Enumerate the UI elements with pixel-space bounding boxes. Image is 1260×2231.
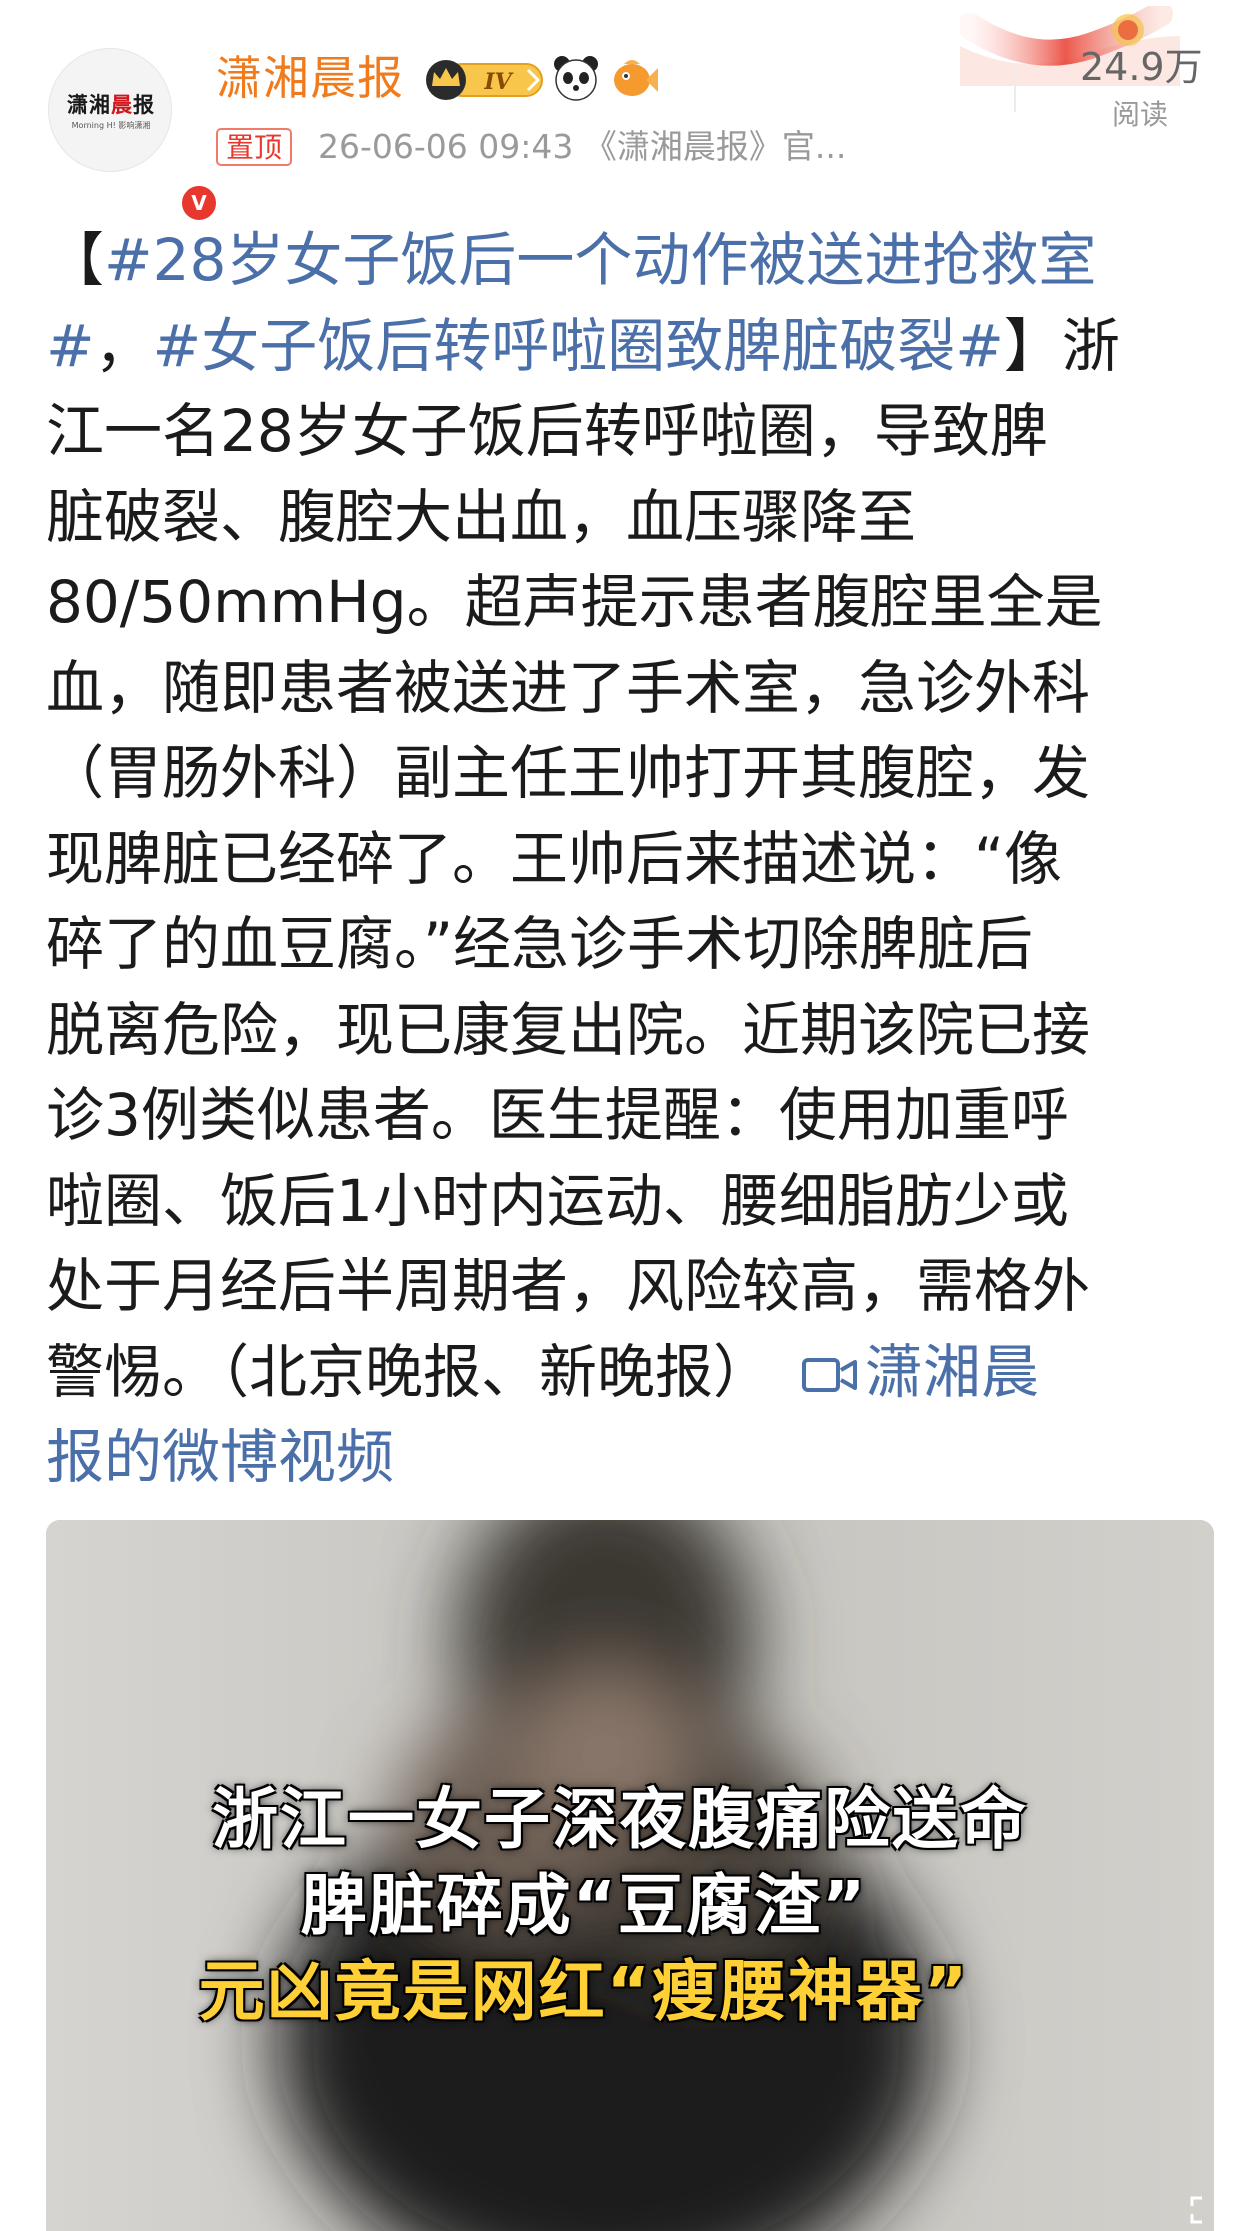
body-text: 现脾脏已经碎了。王帅后来描述说：“像 bbox=[46, 824, 1063, 893]
post-body-line: 处于月经后半周期者，风险较高，需格外 bbox=[46, 1244, 1222, 1330]
body-text: 脱离危险，现已康复出院。近期该院已接 bbox=[46, 995, 1091, 1064]
post-body-line: #，#女子饭后转呼啦圈致脾脏破裂#】浙 bbox=[46, 304, 1222, 390]
body-text: 【 bbox=[46, 226, 105, 294]
post-body-line: 血，随即患者被送进了手术室，急诊外科 bbox=[46, 646, 1222, 732]
header-divider bbox=[1014, 66, 1016, 112]
body-text: 】浙 bbox=[1003, 311, 1120, 380]
body-text: 啦圈、饭后1小时内运动、腰细脂肪少或 bbox=[46, 1166, 1069, 1235]
body-text: 碎了的血豆腐。”经急诊手术切除脾脏后 bbox=[46, 910, 1034, 978]
post-header: 潇湘晨报 Morning H! 影响潇湘 V 潇湘晨报 IV 置顶 26-06-… bbox=[0, 0, 1260, 223]
post-body-line: 碎了的血豆腐。”经急诊手术切除脾脏后 bbox=[46, 902, 1222, 988]
read-count: 24.9万 bbox=[1080, 45, 1203, 89]
hashtag-link[interactable]: # bbox=[46, 312, 95, 380]
video-caption-line-1: 浙江一女子深夜腹痛险送命 bbox=[212, 1781, 1028, 1858]
post-body-line: 诊3例类似患者。医生提醒：使用加重呼 bbox=[46, 1073, 1222, 1159]
body-text: 处于月经后半周期者，风险较高，需格外 bbox=[46, 1252, 1091, 1320]
video-caption-line-3: 元凶竟是网红“瘦腰神器” bbox=[198, 1953, 970, 2030]
video-link[interactable]: 潇湘晨 bbox=[865, 1338, 1039, 1406]
pinned-badge: 置顶 bbox=[216, 128, 293, 166]
post-body-line: 警惕。（北京晚报、新晚报） 潇湘晨 bbox=[46, 1330, 1222, 1416]
body-text: 诊3例类似患者。医生提醒：使用加重呼 bbox=[46, 1081, 1069, 1149]
post-body-line: （胃肠外科）副主任王帅打开其腹腔，发 bbox=[46, 731, 1222, 817]
post-body-line: 啦圈、饭后1小时内运动、腰细脂肪少或 bbox=[46, 1159, 1222, 1245]
verified-v-icon: V bbox=[179, 183, 219, 223]
post-body-line: 报的微博视频 bbox=[46, 1415, 1222, 1501]
hashtag-link[interactable]: #女子饭后转呼啦圈致脾脏破裂# bbox=[153, 312, 1004, 380]
crown-level-icon[interactable]: IV bbox=[424, 56, 544, 102]
panda-icon bbox=[554, 56, 598, 101]
body-text: 血，随即患者被送进了手术室，急诊外科 bbox=[46, 653, 1091, 722]
post-body-line: 江一名28岁女子饭后转呼啦圈，导致脾 bbox=[46, 389, 1222, 475]
avatar-logo-subtitle: Morning H! 影响潇湘 bbox=[71, 121, 151, 130]
post-body-line: 【#28岁女子饭后一个动作被送进抢救室 bbox=[46, 218, 1222, 304]
post-body-text: 【#28岁女子饭后一个动作被送进抢救室 #，#女子饭后转呼啦圈致脾脏破裂#】浙 江一… bbox=[46, 218, 1222, 1501]
body-text: （胃肠外科）副主任王帅打开其腹腔，发 bbox=[46, 739, 1091, 807]
body-text: ， bbox=[94, 311, 153, 380]
fullscreen-icon[interactable] bbox=[1190, 2196, 1230, 2224]
post-body-line: 脱离危险，现已康复出院。近期该院已接 bbox=[46, 988, 1222, 1074]
post-body-line: 80/50mmHg。超声提示患者腹腔里全是 bbox=[46, 560, 1222, 646]
fish-icon bbox=[614, 60, 658, 96]
post-meta: 26-06-06 09:43 《潇湘晨报》官... bbox=[318, 127, 847, 166]
video-link[interactable]: 报的微博视频 bbox=[46, 1423, 394, 1491]
hashtag-link[interactable]: #28岁女子饭后一个动作被送进抢救室 bbox=[104, 226, 1096, 294]
author-name[interactable]: 潇湘晨报 bbox=[216, 48, 404, 108]
video-camera-icon[interactable] bbox=[801, 1352, 859, 1398]
avatar[interactable]: 潇湘晨报 Morning H! 影响潇湘 V bbox=[48, 48, 219, 223]
body-text: 江一名28岁女子饭后转呼啦圈，导致脾 bbox=[46, 397, 1048, 465]
level-badge-text: IV bbox=[483, 69, 513, 95]
video-caption-line-2: 脾脏碎成“豆腐渣” bbox=[300, 1867, 868, 1944]
read-label: 阅读 bbox=[1112, 98, 1169, 131]
body-text: 警惕。（北京晚报、新晚报） bbox=[46, 1337, 772, 1406]
avatar-logo: 潇湘晨报 bbox=[67, 92, 155, 117]
body-text: 脏破裂、腹腔大出血，血压骤降至 bbox=[46, 482, 917, 551]
body-text: 80/50mmHg。超声提示患者腹腔里全是 bbox=[46, 568, 1103, 636]
post-body-line: 脏破裂、腹腔大出血，血压骤降至 bbox=[46, 475, 1222, 561]
post-body-line: 现脾脏已经碎了。王帅后来描述说：“像 bbox=[46, 817, 1222, 903]
